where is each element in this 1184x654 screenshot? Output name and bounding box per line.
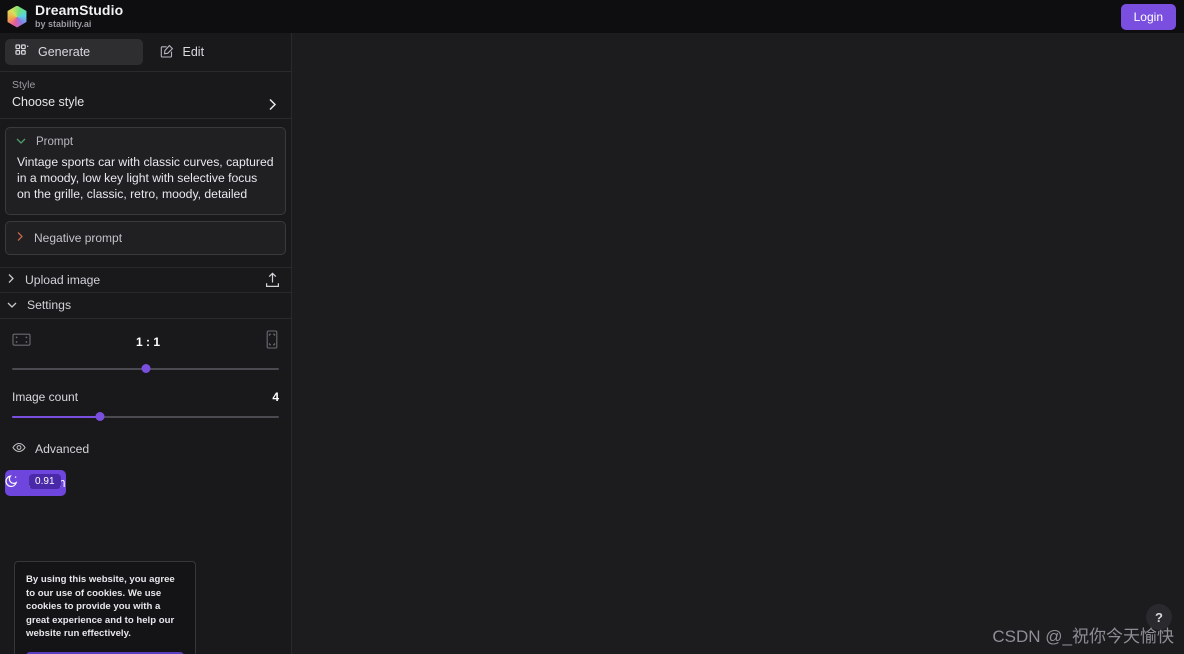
upload-image-row[interactable]: Upload image [0,266,291,293]
sidebar: Generate Edit Style Choose style Prompt … [0,33,292,654]
aspect-ratio-value: 1 : 1 [135,334,160,349]
tab-edit[interactable]: Edit [150,39,288,65]
settings-panel: 1 : 1 Image count 4 [0,319,291,424]
pencil-square-icon [160,44,174,61]
landscape-frame-icon[interactable] [12,332,31,352]
style-value: Choose style [12,95,85,109]
eye-icon [12,442,26,456]
chevron-right-icon [268,98,277,116]
tab-generate-label: Generate [38,45,91,59]
aspect-ratio-slider[interactable] [12,362,279,376]
brand-text: DreamStudio by stability.ai [35,3,123,29]
cookie-consent-text: By using this website, you agree to our … [26,574,175,640]
dreamstudio-logo-icon [7,5,27,28]
tab-generate[interactable]: Generate [5,39,143,65]
prompt-header[interactable]: Prompt [6,128,285,152]
advanced-label: Advanced [35,441,90,456]
negative-prompt-row[interactable]: Negative prompt [5,220,286,255]
grid-icon [15,43,29,61]
prompt-header-label: Prompt [36,136,74,148]
csdn-watermark: CSDN @_祝你今天愉快 [992,627,1174,646]
chevron-right-icon [7,273,15,287]
dream-button[interactable]: Dream 0.91 [5,469,66,496]
moon-icon [5,474,19,491]
credit-badge: 0.91 [29,473,61,489]
chevron-down-icon [7,298,17,312]
style-selector[interactable]: Style Choose style [0,71,291,119]
advanced-row[interactable]: Advanced [0,442,291,456]
brand-logo-group[interactable]: DreamStudio by stability.ai [0,3,123,29]
settings-label: Settings [27,298,72,313]
chevron-down-icon [16,136,26,148]
prompt-input[interactable]: Vintage sports car with classic curves, … [6,152,285,214]
mode-tabs: Generate Edit [0,33,291,71]
upload-image-label: Upload image [25,272,101,287]
top-bar: DreamStudio by stability.ai Login [0,0,1184,33]
prompt-card[interactable]: Prompt Vintage sports car with classic c… [5,127,286,215]
image-count-value: 4 [272,389,279,404]
aspect-ratio-row: 1 : 1 [12,328,279,356]
brand-subtitle: by stability.ai [35,19,92,30]
portrait-frame-icon[interactable] [265,330,279,354]
image-count-slider-thumb[interactable] [95,411,105,421]
settings-row[interactable]: Settings [0,293,291,319]
style-label: Style [12,79,36,91]
image-count-row: Image count 4 [12,390,279,404]
image-count-slider-fill [12,415,101,418]
negative-prompt-label: Negative prompt [34,230,123,245]
image-count-label: Image count [12,389,79,404]
brand-name: DreamStudio [35,2,124,19]
image-count-slider[interactable] [12,410,279,424]
chevron-right-icon [16,231,24,245]
login-button[interactable]: Login [1120,4,1176,30]
tab-edit-label: Edit [182,45,205,59]
help-button[interactable]: ? [1146,604,1172,630]
aspect-ratio-slider-thumb[interactable] [141,363,150,373]
cookie-consent-banner: By using this website, you agree to our … [14,561,196,654]
main-canvas: CSDN @_祝你今天愉快 ? [292,33,1184,654]
upload-icon[interactable] [265,272,280,292]
